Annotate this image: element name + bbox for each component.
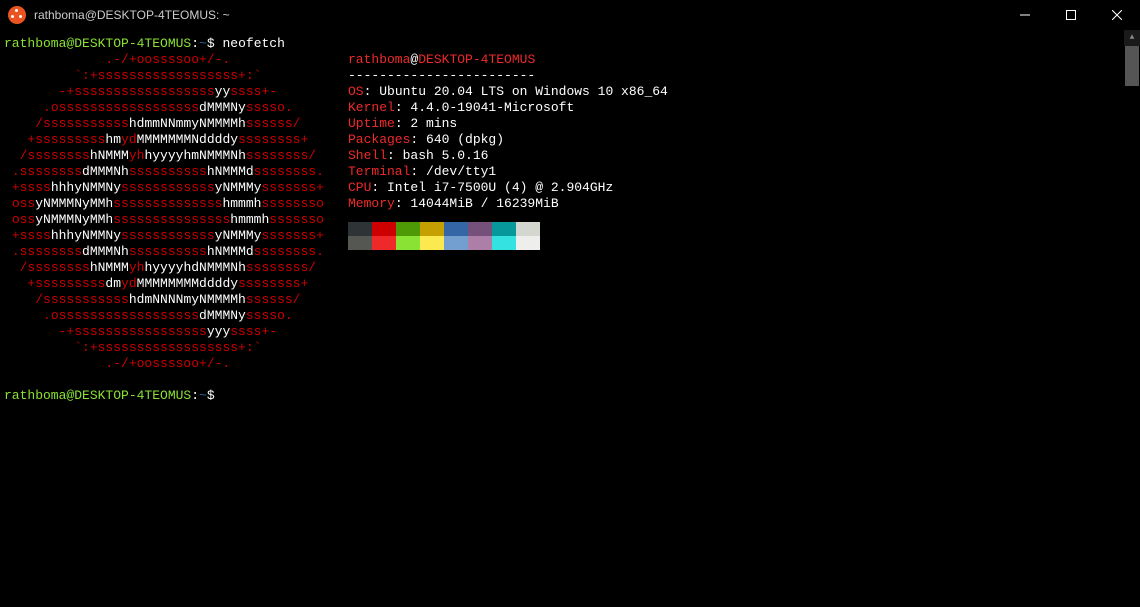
color-palette <box>348 222 668 250</box>
terminal-area[interactable]: rathboma@DESKTOP-4TEOMUS:~$ neofetch .-/… <box>0 30 1140 607</box>
info-row: Memory: 14044MiB / 16239MiB <box>348 196 668 212</box>
info-row: Terminal: /dev/tty1 <box>348 164 668 180</box>
window-titlebar: rathboma@DESKTOP-4TEOMUS: ~ <box>0 0 1140 30</box>
scrollbar[interactable]: ▲ <box>1124 30 1140 607</box>
window-title: rathboma@DESKTOP-4TEOMUS: ~ <box>34 7 230 23</box>
window-controls <box>1002 0 1140 30</box>
info-row: Packages: 640 (dpkg) <box>348 132 668 148</box>
system-info: rathboma@DESKTOP-4TEOMUS ---------------… <box>348 52 668 250</box>
maximize-button[interactable] <box>1048 0 1094 30</box>
prompt-line-1: rathboma@DESKTOP-4TEOMUS:~$ neofetch <box>4 36 1136 52</box>
info-row: Uptime: 2 mins <box>348 116 668 132</box>
minimize-button[interactable] <box>1002 0 1048 30</box>
info-row: OS: Ubuntu 20.04 LTS on Windows 10 x86_6… <box>348 84 668 100</box>
scroll-up-icon[interactable]: ▲ <box>1124 30 1140 46</box>
info-row: CPU: Intel i7-7500U (4) @ 2.904GHz <box>348 180 668 196</box>
ubuntu-icon <box>8 6 26 24</box>
info-row: Kernel: 4.4.0-19041-Microsoft <box>348 100 668 116</box>
info-divider: ------------------------ <box>348 68 668 84</box>
close-button[interactable] <box>1094 0 1140 30</box>
info-row: Shell: bash 5.0.16 <box>348 148 668 164</box>
scrollbar-thumb[interactable] <box>1125 46 1139 86</box>
prompt-line-2: rathboma@DESKTOP-4TEOMUS:~$ <box>4 388 1136 404</box>
